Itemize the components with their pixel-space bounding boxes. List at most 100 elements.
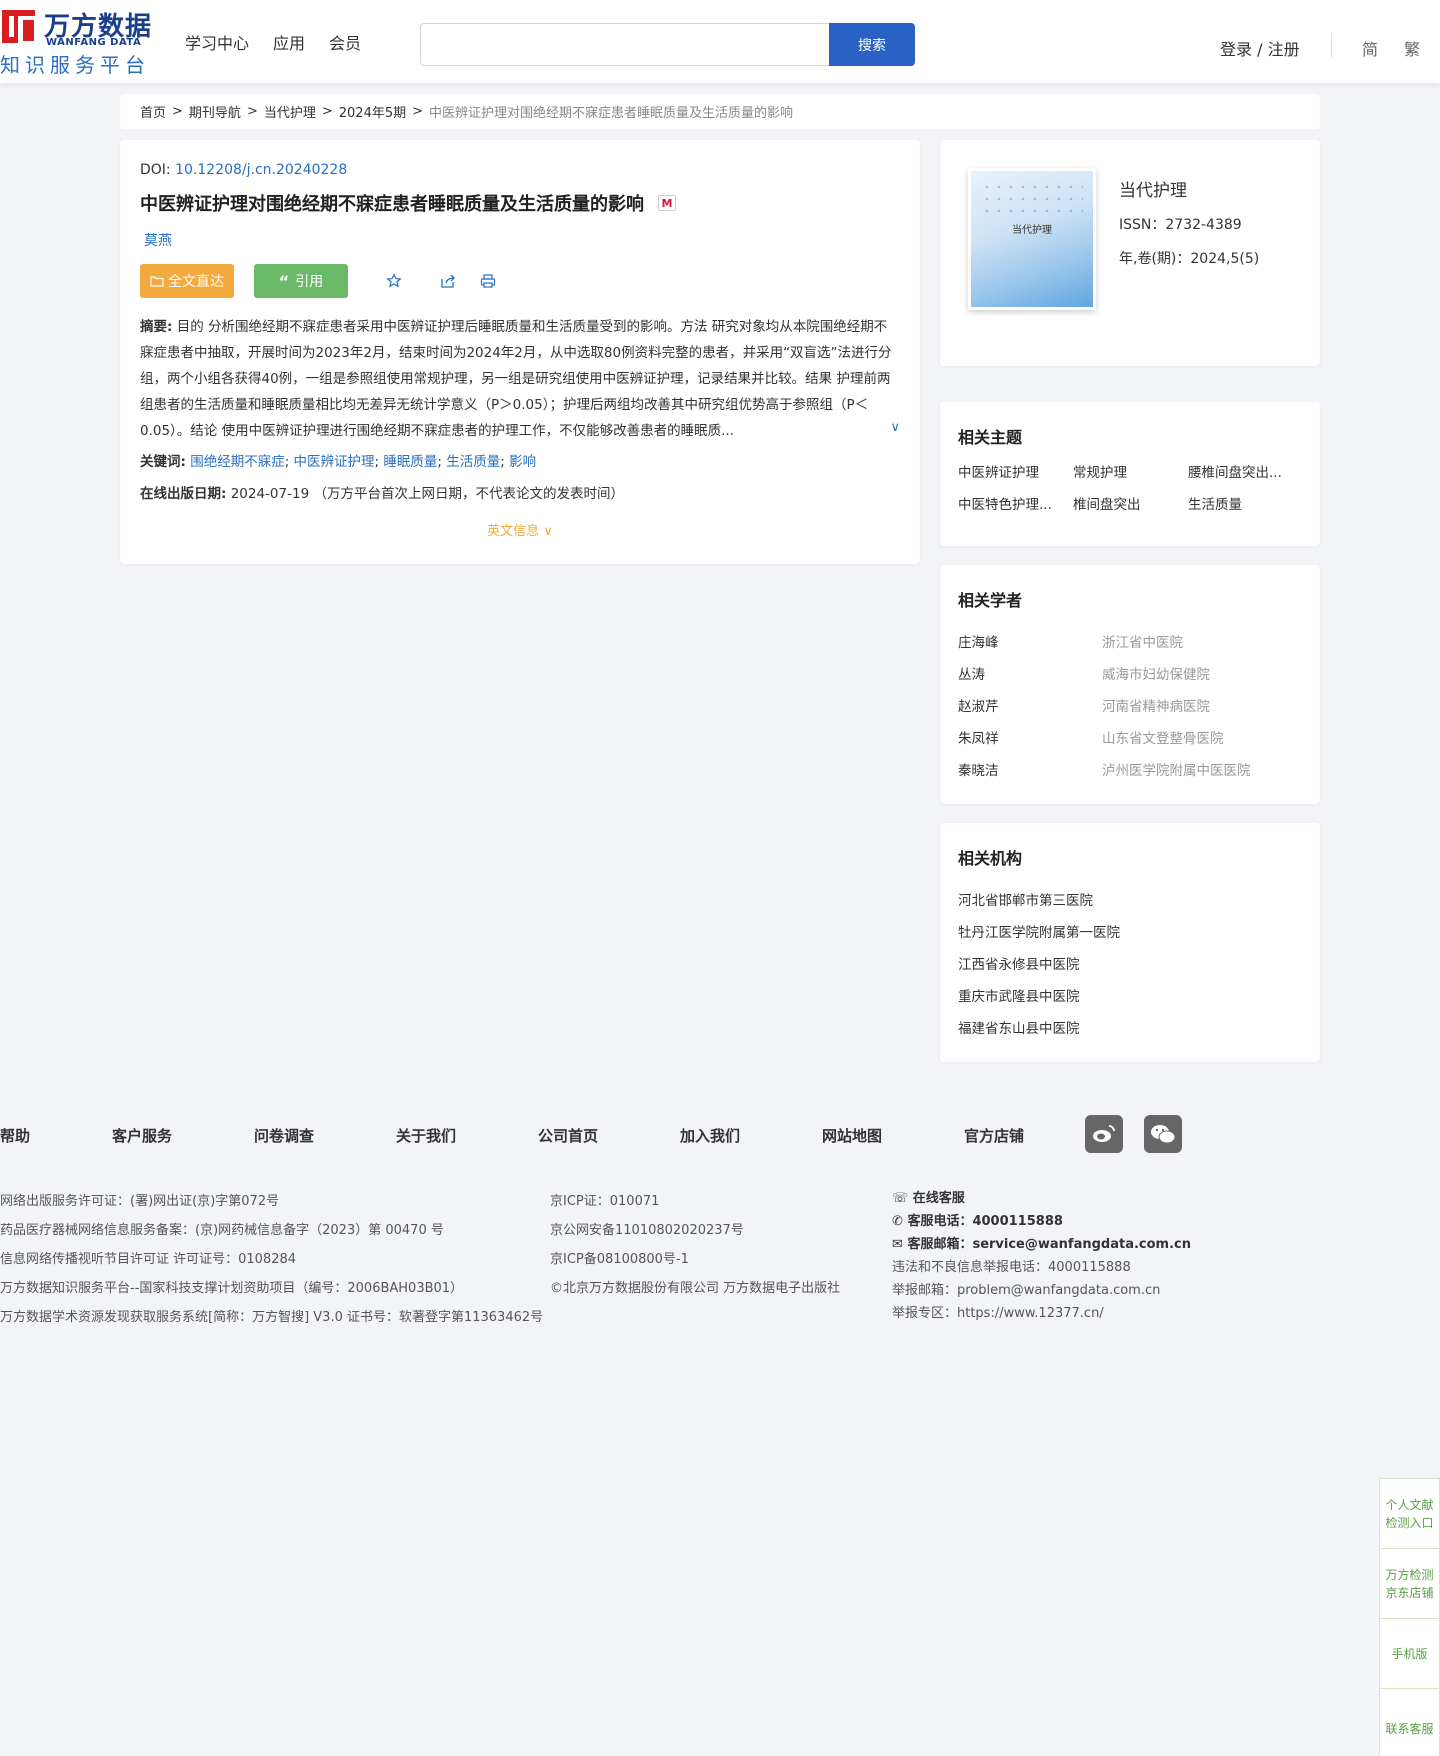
- breadcrumb-journal[interactable]: 当代护理: [264, 102, 316, 121]
- login-register-link[interactable]: 登录 / 注册: [1220, 36, 1300, 60]
- nav-membership[interactable]: 会员: [329, 30, 361, 54]
- footer-icp-line: ©北京万方数据股份有限公司 万方数据电子出版社: [550, 1281, 841, 1296]
- institution-link[interactable]: 重庆市武隆县中医院: [958, 979, 1302, 1011]
- related-topics-title: 相关主题: [958, 428, 1023, 447]
- header-divider: [1331, 33, 1332, 57]
- article-card: DOI: 10.12208/j.cn.20240228 中医辨证护理对围绝经期不…: [120, 140, 920, 564]
- footer-join-us[interactable]: 加入我们: [680, 1125, 822, 1146]
- scholar-row: 庄海峰 浙江省中医院: [958, 625, 1302, 657]
- breadcrumb: 首页 > 期刊导航 > 当代护理 > 2024年5期 > 中医辨证护理对围绝经期不寐症患…: [120, 94, 1320, 129]
- breadcrumb-journal-nav[interactable]: 期刊导航: [189, 102, 241, 121]
- scholar-name[interactable]: 朱凤祥: [958, 727, 1102, 747]
- footer-customer-service[interactable]: 客户服务: [112, 1125, 254, 1146]
- cover-pattern: [981, 181, 1083, 221]
- footer-help[interactable]: 帮助: [0, 1125, 112, 1146]
- keyword-link[interactable]: 围绝经期不寐症: [190, 454, 285, 470]
- footer-icp-line[interactable]: 京ICP备08100800号-1: [550, 1245, 840, 1274]
- float-mobile[interactable]: 手机版: [1380, 1619, 1439, 1689]
- keyword-link[interactable]: 中医辨证护理: [294, 454, 375, 470]
- print-icon[interactable]: [478, 271, 498, 291]
- scholar-name[interactable]: 秦晓洁: [958, 759, 1102, 779]
- related-scholars-card: 相关学者 庄海峰 浙江省中医院 丛涛 威海市妇幼保健院 赵淑芹 河南省精神病医院 朱凤…: [940, 565, 1320, 804]
- phone-icon: ✆: [892, 1214, 903, 1229]
- footer-official-store[interactable]: 官方店铺: [964, 1125, 1084, 1146]
- keywords-label: 关键词:: [140, 454, 186, 470]
- scholar-name[interactable]: 赵淑芹: [958, 695, 1102, 715]
- float-contact-service[interactable]: 联系客服: [1380, 1689, 1439, 1756]
- breadcrumb-issue[interactable]: 2024年5期: [339, 102, 406, 121]
- footer-license-line: 万方数据知识服务平台--国家科技支撑计划资助项目（编号：2006BAH03B01…: [0, 1281, 464, 1296]
- abstract-label: 摘要:: [140, 319, 173, 335]
- cover-title: 当代护理: [1012, 225, 1052, 236]
- fulltext-button[interactable]: 全文直达: [140, 264, 234, 298]
- mendeley-icon[interactable]: M: [658, 195, 676, 211]
- topic-link[interactable]: 常规护理: [1073, 462, 1188, 484]
- online-service-link[interactable]: ☏ 在线客服: [892, 1187, 1191, 1210]
- journal-cover-image[interactable]: 当代护理: [968, 168, 1096, 310]
- institution-link[interactable]: 河北省邯郸市第三医院: [958, 883, 1302, 915]
- favorite-star-icon[interactable]: [384, 271, 404, 291]
- top-header: 万方数据 WANFANG DATA 知识服务平台 学习中心 应用 会员 搜索 登…: [0, 0, 1440, 83]
- report-site[interactable]: 举报专区：https://www.12377.cn/: [892, 1302, 1191, 1325]
- topic-link[interactable]: 中医辨证护理: [958, 462, 1073, 484]
- keyword-link[interactable]: 影响: [509, 454, 536, 470]
- report-email[interactable]: 举报邮箱：problem@wanfangdata.com.cn: [892, 1279, 1191, 1302]
- footer-icp-line[interactable]: 京ICP证：010071: [550, 1187, 840, 1216]
- wechat-icon[interactable]: [1144, 1115, 1182, 1153]
- scholar-org[interactable]: 山东省文登整骨医院: [1102, 727, 1224, 747]
- institution-link[interactable]: 牡丹江医学院附属第一医院: [958, 915, 1302, 947]
- breadcrumb-home[interactable]: 首页: [140, 102, 166, 121]
- wanfang-logo[interactable]: 万方数据 WANFANG DATA 知识服务平台: [0, 6, 152, 77]
- institution-link[interactable]: 福建省东山县中医院: [958, 1011, 1302, 1043]
- keyword-link[interactable]: 睡眠质量: [383, 454, 437, 470]
- scholar-org[interactable]: 泸州医学院附属中医医院: [1102, 759, 1251, 779]
- search-button[interactable]: 搜索: [829, 23, 915, 66]
- doi-label: DOI:: [140, 162, 176, 178]
- scholar-row: 丛涛 威海市妇幼保健院: [958, 657, 1302, 689]
- related-institutions-title: 相关机构: [958, 849, 1023, 868]
- article-title: 中医辨证护理对围绝经期不寐症患者睡眠质量及生活质量的影响: [140, 194, 644, 215]
- main-nav: 学习中心 应用 会员: [185, 30, 361, 54]
- cite-button[interactable]: “ 引用: [254, 264, 348, 298]
- lang-traditional[interactable]: 繁: [1404, 36, 1420, 60]
- english-info-label: 英文信息: [487, 524, 540, 539]
- weibo-icon[interactable]: [1085, 1115, 1123, 1153]
- nav-study-center[interactable]: 学习中心: [185, 30, 249, 54]
- scholar-name[interactable]: 丛涛: [958, 663, 1102, 683]
- scholar-name[interactable]: 庄海峰: [958, 631, 1102, 651]
- footer-icp-line[interactable]: 京公网安备11010802020237号: [550, 1216, 840, 1245]
- expand-abstract-icon[interactable]: ∨: [888, 415, 900, 441]
- float-jd-store[interactable]: 万方检测京东店铺: [1380, 1549, 1439, 1619]
- author-link[interactable]: 莫燕: [140, 230, 900, 250]
- scholar-org[interactable]: 威海市妇幼保健院: [1102, 663, 1210, 683]
- breadcrumb-current: 中医辨证护理对围绝经期不寐症患者睡眠质量及生活质量的影响: [429, 106, 794, 121]
- service-email[interactable]: ✉ 客服邮箱：service@wanfangdata.com.cn: [892, 1233, 1191, 1256]
- journal-card: 当代护理 当代护理 ISSN：2732-4389 年,卷(期)：2024,5(5…: [940, 140, 1320, 366]
- lang-simplified[interactable]: 简: [1362, 36, 1378, 60]
- journal-issn: ISSN：2732-4389: [1119, 217, 1242, 233]
- scholar-org[interactable]: 河南省精神病医院: [1102, 695, 1210, 715]
- journal-name[interactable]: 当代护理: [1119, 176, 1187, 201]
- related-topics-card: 相关主题 中医辨证护理 常规护理 腰椎间盘突出... 中医特色护理... 椎间盘…: [940, 402, 1320, 546]
- scholar-row: 朱凤祥 山东省文登整骨医院: [958, 721, 1302, 753]
- footer-survey[interactable]: 问卷调查: [254, 1125, 396, 1146]
- pubdate-value: 2024-07-19: [230, 486, 310, 502]
- share-icon[interactable]: [438, 271, 458, 291]
- pubdate-note: （万方平台首次上网日期，不代表论文的发表时间）: [313, 486, 624, 502]
- footer-about[interactable]: 关于我们: [396, 1125, 538, 1146]
- abstract: 摘要: 目的 分析围绝经期不寐症患者采用中医辨证护理后睡眠质量和生活质量受到的影…: [140, 314, 900, 444]
- topic-link[interactable]: 椎间盘突出: [1073, 494, 1188, 516]
- footer-company-home[interactable]: 公司首页: [538, 1125, 680, 1146]
- nav-apps[interactable]: 应用: [273, 30, 305, 54]
- topic-link[interactable]: 腰椎间盘突出...: [1188, 462, 1303, 484]
- float-plagiarism-check[interactable]: 个人文献检测入口: [1380, 1479, 1439, 1549]
- footer-sitemap[interactable]: 网站地图: [822, 1125, 964, 1146]
- institution-link[interactable]: 江西省永修县中医院: [958, 947, 1302, 979]
- keyword-link[interactable]: 生活质量: [446, 454, 500, 470]
- english-info-toggle[interactable]: 英文信息 ∨: [140, 520, 900, 539]
- doi-link[interactable]: 10.12208/j.cn.20240228: [175, 162, 347, 178]
- footer-col-contact: ☏ 在线客服 ✆ 客服电话：4000115888 ✉ 客服邮箱：service@…: [892, 1187, 1191, 1325]
- topic-link[interactable]: 生活质量: [1188, 494, 1303, 516]
- scholar-org[interactable]: 浙江省中医院: [1102, 631, 1183, 651]
- topic-link[interactable]: 中医特色护理...: [958, 494, 1073, 516]
